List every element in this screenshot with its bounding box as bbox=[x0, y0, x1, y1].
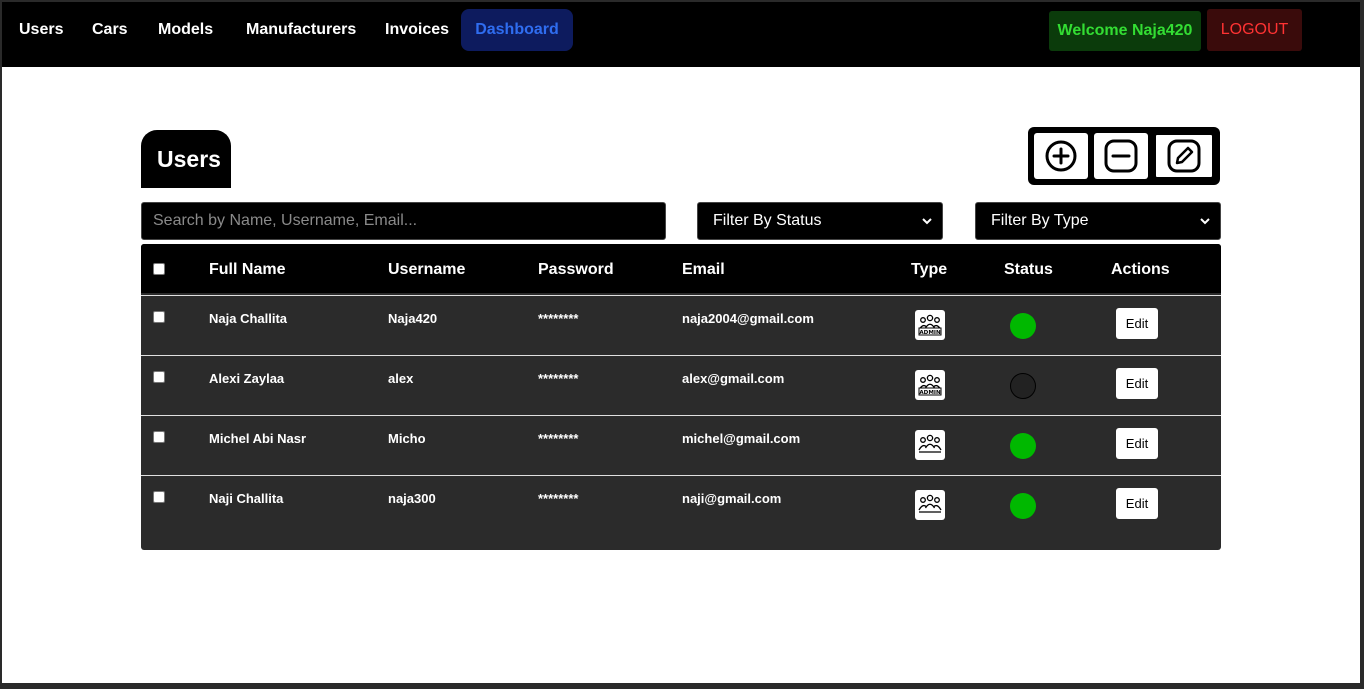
edit-button[interactable]: Edit bbox=[1116, 428, 1158, 459]
svg-text:ADMIN: ADMIN bbox=[919, 330, 941, 336]
status-filter-label: Filter By Status bbox=[713, 212, 822, 229]
chevron-down-icon bbox=[922, 218, 932, 225]
col-email: Email bbox=[682, 261, 725, 278]
users-group-icon bbox=[918, 434, 942, 453]
svg-text:ADMIN: ADMIN bbox=[919, 390, 941, 396]
row-email: naji@gmail.com bbox=[682, 491, 782, 506]
row-checkbox[interactable] bbox=[153, 491, 165, 503]
col-type: Type bbox=[911, 261, 948, 278]
status-indicator bbox=[1010, 373, 1036, 399]
nav-invoices-link[interactable]: Invoices bbox=[385, 21, 449, 39]
add-user-button[interactable] bbox=[1034, 133, 1088, 179]
table-row: Naja Challita Naja420 ******** naja2004@… bbox=[141, 295, 1221, 355]
row-username: alex bbox=[388, 371, 414, 386]
row-password: ******** bbox=[538, 491, 579, 506]
pencil-edit-icon bbox=[1167, 139, 1201, 173]
row-password: ******** bbox=[538, 431, 579, 446]
row-full-name: Alexi Zaylaa bbox=[209, 371, 285, 386]
row-email: alex@gmail.com bbox=[682, 371, 785, 386]
admin-group-icon: ADMIN bbox=[918, 374, 942, 396]
table-header: Full Name Username Password Email Type S… bbox=[141, 244, 1221, 293]
row-checkbox[interactable] bbox=[153, 311, 165, 323]
nav-dashboard-button[interactable]: Dashboard bbox=[461, 9, 573, 51]
row-full-name: Naji Challita bbox=[209, 491, 284, 506]
table-row: Michel Abi Nasr Micho ******** michel@gm… bbox=[141, 415, 1221, 475]
select-all-checkbox[interactable] bbox=[153, 263, 165, 275]
nav-users-link[interactable]: Users bbox=[19, 21, 63, 39]
table-row: Naji Challita naja300 ******** naji@gmai… bbox=[141, 475, 1221, 535]
user-type-icon bbox=[915, 490, 945, 520]
row-checkbox[interactable] bbox=[153, 371, 165, 383]
type-filter-label: Filter By Type bbox=[991, 212, 1089, 229]
type-filter-select[interactable]: Filter By Type bbox=[975, 202, 1221, 240]
table-row: Alexi Zaylaa alex ******** alex@gmail.co… bbox=[141, 355, 1221, 415]
app-window: Users Cars Models Manufacturers Invoices… bbox=[2, 2, 1360, 683]
top-navbar: Users Cars Models Manufacturers Invoices… bbox=[2, 2, 1360, 67]
row-username: Naja420 bbox=[388, 311, 438, 326]
row-username: Micho bbox=[388, 431, 426, 446]
col-full-name: Full Name bbox=[209, 261, 286, 278]
col-password: Password bbox=[538, 261, 614, 278]
col-actions: Actions bbox=[1111, 261, 1170, 278]
user-type-icon bbox=[915, 430, 945, 460]
welcome-badge: Welcome Naja420 bbox=[1049, 11, 1201, 51]
row-full-name: Michel Abi Nasr bbox=[209, 431, 307, 446]
page-title: Users bbox=[141, 130, 231, 188]
edit-user-button[interactable] bbox=[1154, 133, 1214, 179]
users-group-icon bbox=[918, 494, 942, 513]
col-username: Username bbox=[388, 261, 466, 278]
user-type-icon: ADMIN bbox=[915, 370, 945, 400]
status-filter-select[interactable]: Filter By Status bbox=[697, 202, 943, 240]
nav-cars-link[interactable]: Cars bbox=[92, 21, 128, 39]
row-password: ******** bbox=[538, 311, 579, 326]
nav-manufacturers-link[interactable]: Manufacturers bbox=[246, 21, 356, 39]
edit-button[interactable]: Edit bbox=[1116, 308, 1158, 339]
row-email: michel@gmail.com bbox=[682, 431, 801, 446]
row-email: naja2004@gmail.com bbox=[682, 311, 814, 326]
user-type-icon: ADMIN bbox=[915, 310, 945, 340]
row-username: naja300 bbox=[388, 491, 436, 506]
chevron-down-icon bbox=[1200, 218, 1210, 225]
edit-button[interactable]: Edit bbox=[1116, 368, 1158, 399]
logout-button[interactable]: LOGOUT bbox=[1207, 9, 1302, 51]
row-password: ******** bbox=[538, 371, 579, 386]
remove-user-button[interactable] bbox=[1094, 133, 1148, 179]
row-checkbox[interactable] bbox=[153, 431, 165, 443]
status-indicator bbox=[1010, 493, 1036, 519]
search-input[interactable] bbox=[141, 202, 666, 240]
minus-square-icon bbox=[1104, 139, 1138, 173]
status-indicator bbox=[1010, 313, 1036, 339]
nav-models-link[interactable]: Models bbox=[158, 21, 213, 39]
admin-group-icon: ADMIN bbox=[918, 314, 942, 336]
row-full-name: Naja Challita bbox=[209, 311, 288, 326]
plus-circle-icon bbox=[1045, 140, 1077, 172]
users-table: Full Name Username Password Email Type S… bbox=[141, 244, 1221, 550]
edit-button[interactable]: Edit bbox=[1116, 488, 1158, 519]
col-status: Status bbox=[1004, 261, 1053, 278]
action-toolbar bbox=[1028, 127, 1220, 185]
status-indicator bbox=[1010, 433, 1036, 459]
